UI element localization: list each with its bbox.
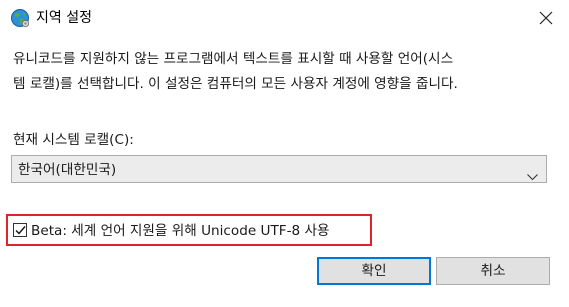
title-bar: 지역 설정 [0, 0, 569, 36]
utf8-beta-checkbox[interactable] [13, 223, 27, 237]
system-locale-label: 현재 시스템 로캘(C): [13, 132, 134, 148]
chevron-down-icon [527, 166, 538, 185]
close-icon [539, 11, 553, 25]
ok-button[interactable]: 확인 [317, 257, 431, 285]
description-text: 유니코드를 지원하지 않는 프로그램에서 텍스트를 표시할 때 사용할 언어(시… [13, 47, 561, 97]
utf8-beta-highlight: Beta: 세계 언어 지원을 위해 Unicode UTF-8 사용 [6, 214, 372, 246]
close-button[interactable] [523, 0, 569, 36]
window-title: 지역 설정 [36, 10, 92, 26]
region-settings-dialog: 지역 설정 유니코드를 지원하지 않는 프로그램에서 텍스트를 표시할 때 사용… [0, 0, 569, 307]
system-locale-dropdown[interactable]: 한국어(대한민국) [11, 155, 547, 183]
description-line-2: 템 로캘)를 선택합니다. 이 설정은 컴퓨터의 모든 사용자 계정에 영향을 … [13, 76, 458, 92]
utf8-beta-label[interactable]: Beta: 세계 언어 지원을 위해 Unicode UTF-8 사용 [31, 222, 330, 240]
system-locale-value: 한국어(대한민국) [18, 162, 117, 178]
checkmark-icon [15, 226, 26, 235]
description-line-1: 유니코드를 지원하지 않는 프로그램에서 텍스트를 표시할 때 사용할 언어(시… [13, 51, 454, 67]
globe-icon [10, 8, 30, 28]
cancel-button[interactable]: 취소 [436, 257, 550, 285]
